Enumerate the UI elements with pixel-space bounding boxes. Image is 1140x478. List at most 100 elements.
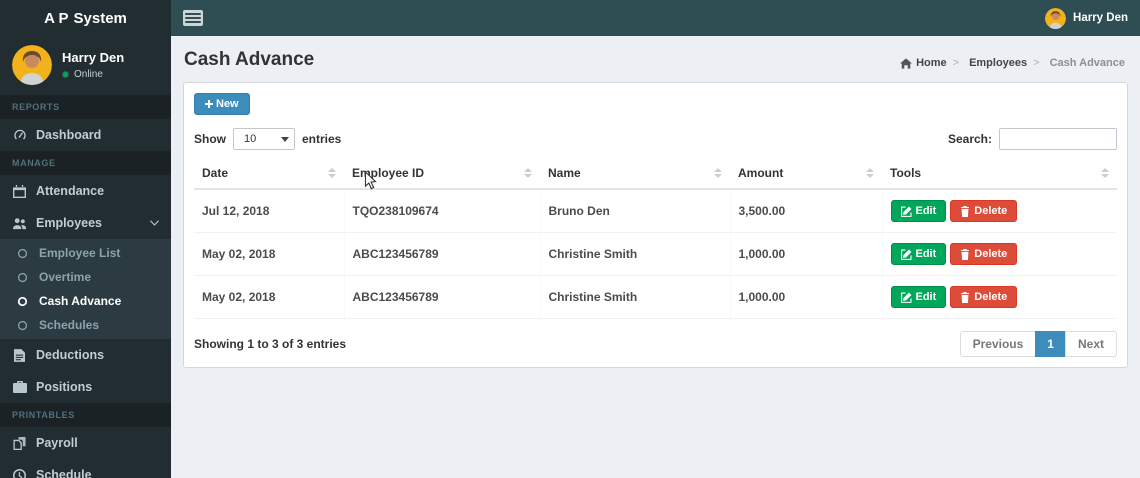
sidebar-item-payroll[interactable]: Payroll	[0, 427, 171, 459]
brand-bold: A P	[44, 9, 69, 27]
cell-name: Bruno Den	[540, 189, 731, 233]
sort-icon	[328, 168, 336, 178]
users-icon	[12, 217, 27, 230]
hamburger-icon	[183, 10, 203, 26]
cell-date: May 02, 2018	[194, 275, 345, 319]
column-header-employee-id[interactable]: Employee ID	[344, 158, 540, 190]
edit-button[interactable]: Edit	[890, 286, 947, 308]
table-info: Showing 1 to 3 of 3 entries	[194, 337, 347, 351]
cash-advance-panel: New Show 10 entries Search: Date Employe…	[183, 82, 1128, 368]
cell-employee-id: ABC123456789	[344, 232, 541, 276]
sidebar-item-deductions[interactable]: Deductions	[0, 339, 171, 371]
sidebar-item-overtime[interactable]: Overtime	[0, 265, 171, 289]
navbar-avatar	[1045, 7, 1067, 29]
sidebar-item-label: Overtime	[39, 270, 92, 284]
sidebar-user-name: Harry Den	[62, 50, 125, 65]
edit-icon	[900, 248, 912, 260]
show-label: Show	[194, 132, 226, 146]
sidebar-section-manage: MANAGE	[0, 151, 171, 175]
sidebar-item-schedules[interactable]: Schedules	[0, 313, 171, 337]
cash-advance-table: Date Employee ID Name Amount Tools Jul 1…	[194, 158, 1117, 319]
sidebar-section-printables: PRINTABLES	[0, 403, 171, 427]
column-header-date[interactable]: Date	[194, 158, 344, 190]
sidebar-item-label: Schedules	[39, 318, 100, 332]
sidebar-item-label: Cash Advance	[39, 294, 122, 308]
sidebar-item-label: Employees	[36, 216, 103, 230]
briefcase-icon	[12, 381, 27, 393]
edit-icon	[900, 205, 912, 217]
dashboard-icon	[12, 128, 27, 142]
circle-icon	[15, 248, 30, 259]
delete-button[interactable]: Delete	[950, 243, 1018, 265]
edit-button[interactable]: Edit	[890, 243, 947, 265]
sidebar-item-label: Positions	[36, 380, 93, 394]
sidebar-item-schedule[interactable]: Schedule	[0, 459, 171, 478]
avatar	[12, 45, 52, 85]
cell-date: May 02, 2018	[194, 232, 345, 276]
sort-icon	[524, 168, 532, 178]
entries-label: entries	[302, 132, 342, 146]
cell-date: Jul 12, 2018	[194, 189, 345, 233]
calendar-icon	[12, 184, 27, 198]
edit-button[interactable]: Edit	[890, 200, 947, 222]
page-size-select[interactable]: 10	[233, 128, 295, 150]
table-row: Jul 12, 2018 TQO238109674 Bruno Den 3,50…	[194, 189, 1117, 233]
breadcrumb-employees[interactable]: Employees	[947, 57, 1027, 69]
sidebar-user-status: Online	[74, 69, 103, 80]
search-label: Search:	[947, 132, 992, 146]
cell-employee-id: ABC123456789	[344, 275, 541, 319]
content-area: Cash Advance Home Employees Cash Advance…	[171, 36, 1140, 478]
brand-logo[interactable]: A P System	[0, 0, 171, 36]
circle-icon	[15, 320, 30, 331]
sort-icon	[714, 168, 722, 178]
employees-submenu: Employee List Overtime Cash Advance Sche…	[0, 239, 171, 339]
sidebar-item-label: Attendance	[36, 184, 105, 198]
navbar-user-menu[interactable]: Harry Den	[1033, 0, 1140, 36]
home-icon	[900, 57, 913, 69]
edit-icon	[900, 291, 912, 303]
new-button[interactable]: New	[194, 93, 250, 115]
chevron-down-icon	[150, 220, 159, 226]
sidebar-item-attendance[interactable]: Attendance	[0, 175, 171, 207]
sort-icon	[1101, 168, 1109, 178]
sidebar-item-label: Employee List	[39, 246, 121, 260]
copy-icon	[12, 436, 27, 450]
trash-icon	[961, 205, 970, 217]
sidebar-item-positions[interactable]: Positions	[0, 371, 171, 403]
sidebar-item-cash-advance[interactable]: Cash Advance	[0, 289, 171, 313]
page-size-select-wrap: 10	[233, 128, 295, 150]
column-header-amount[interactable]: Amount	[730, 158, 882, 190]
pagination: Previous 1 Next	[959, 331, 1117, 357]
breadcrumb: Home Employees Cash Advance	[900, 57, 1125, 71]
page-title: Cash Advance	[184, 49, 315, 70]
cell-amount: 1,000.00	[730, 275, 883, 319]
sort-icon	[866, 168, 874, 178]
breadcrumb-home[interactable]: Home	[900, 57, 947, 69]
table-row: May 02, 2018 ABC123456789 Christine Smit…	[194, 275, 1117, 319]
sidebar-item-dashboard[interactable]: Dashboard	[0, 119, 171, 151]
sidebar-item-employees[interactable]: Employees	[0, 207, 171, 239]
clock-icon	[12, 468, 27, 478]
column-header-tools[interactable]: Tools	[882, 158, 1117, 190]
sidebar-item-label: Dashboard	[36, 128, 102, 142]
pagination-page-1[interactable]: 1	[1035, 331, 1066, 357]
file-icon	[12, 348, 27, 362]
cell-employee-id: TQO238109674	[344, 189, 541, 233]
delete-button[interactable]: Delete	[950, 200, 1018, 222]
column-header-name[interactable]: Name	[540, 158, 730, 190]
circle-icon	[15, 296, 30, 307]
sidebar-item-employee-list[interactable]: Employee List	[0, 241, 171, 265]
cell-amount: 1,000.00	[730, 232, 883, 276]
trash-icon	[961, 248, 970, 260]
pagination-previous[interactable]: Previous	[959, 331, 1037, 357]
plus-icon	[205, 100, 213, 108]
sidebar-item-label: Schedule	[36, 468, 92, 478]
cell-amount: 3,500.00	[730, 189, 883, 233]
delete-button[interactable]: Delete	[950, 286, 1018, 308]
pagination-next[interactable]: Next	[1064, 331, 1117, 357]
search-input[interactable]	[999, 128, 1117, 150]
cell-name: Christine Smith	[540, 275, 731, 319]
sidebar-user-panel: Harry Den Online	[0, 36, 171, 95]
sidebar-toggle-button[interactable]	[171, 0, 215, 36]
sidebar: A P System Harry Den Online REPORTS Dash…	[0, 0, 171, 478]
